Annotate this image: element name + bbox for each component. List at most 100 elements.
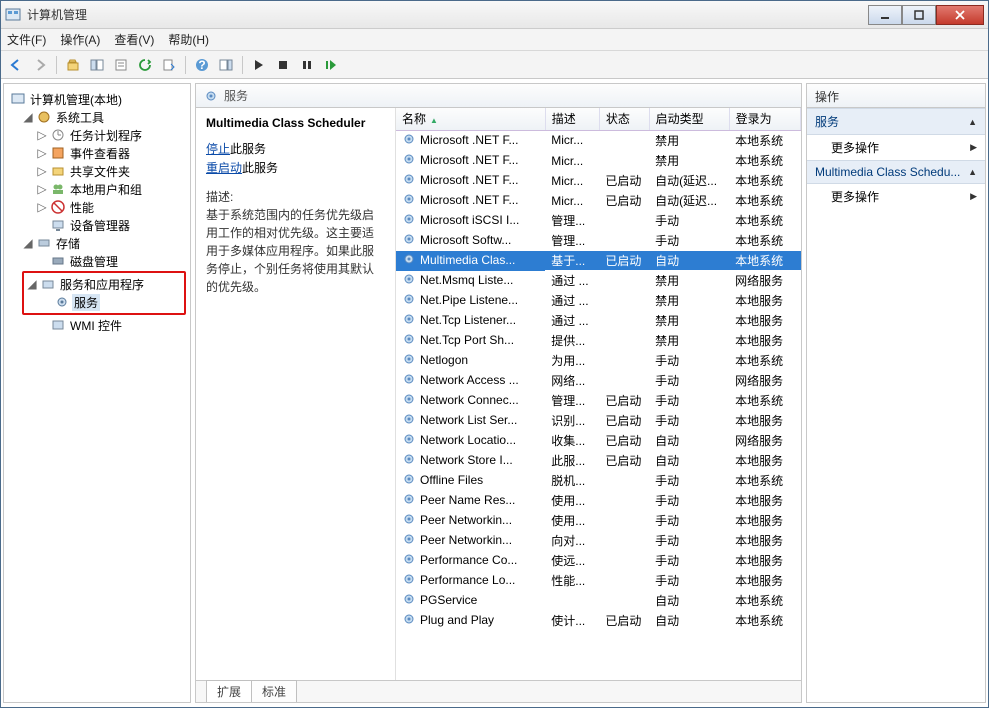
table-row[interactable]: Microsoft iSCSI I...管理...手动本地系统 <box>396 211 801 231</box>
maximize-button[interactable] <box>902 5 936 25</box>
back-button[interactable] <box>5 54 27 76</box>
close-button[interactable] <box>936 5 984 25</box>
menu-file[interactable]: 文件(F) <box>7 31 46 48</box>
cell-startup: 手动 <box>649 231 729 251</box>
table-row[interactable]: Peer Networkin...向对...手动本地服务 <box>396 531 801 551</box>
actions-header: 操作 <box>807 84 985 108</box>
cell-desc: 管理... <box>545 211 599 231</box>
table-row[interactable]: Net.Tcp Listener...通过 ...禁用本地服务 <box>396 311 801 331</box>
gear-icon <box>402 432 416 449</box>
tree-perf[interactable]: ▷性能 <box>34 198 188 216</box>
col-logon[interactable]: 登录为 <box>729 108 800 130</box>
help-button[interactable]: ? <box>191 54 213 76</box>
cell-status: 已启动 <box>599 191 649 211</box>
table-row[interactable]: Multimedia Clas...基于...已启动自动本地系统 <box>396 251 801 271</box>
table-row[interactable]: Peer Networkin...使用...手动本地服务 <box>396 511 801 531</box>
menu-action[interactable]: 操作(A) <box>60 31 100 48</box>
tree-wmi[interactable]: WMI 控件 <box>34 316 188 334</box>
col-startup[interactable]: 启动类型 <box>649 108 729 130</box>
services-list[interactable]: 名称▲ 描述 状态 启动类型 登录为 Microsoft .NET F...Mi… <box>396 108 801 680</box>
gear-icon <box>402 252 416 269</box>
tree-root[interactable]: 计算机管理(本地) <box>6 90 188 108</box>
tab-standard[interactable]: 标准 <box>251 680 297 702</box>
cell-name: Peer Name Res... <box>396 491 545 511</box>
table-row[interactable]: Performance Co...使远...手动本地服务 <box>396 551 801 571</box>
cell-startup: 自动 <box>649 431 729 451</box>
table-row[interactable]: Net.Pipe Listene...通过 ...禁用本地服务 <box>396 291 801 311</box>
export-button[interactable] <box>158 54 180 76</box>
actions-more-1[interactable]: 更多操作▶ <box>807 135 985 160</box>
gear-icon <box>402 152 416 169</box>
table-row[interactable]: Offline Files脱机...手动本地系统 <box>396 471 801 491</box>
cell-logon: 本地系统 <box>729 351 800 371</box>
col-status[interactable]: 状态 <box>599 108 649 130</box>
stop-button[interactable] <box>272 54 294 76</box>
sort-asc-icon: ▲ <box>430 116 438 125</box>
tree-pane[interactable]: 计算机管理(本地) ◢系统工具 ▷任务计划程序 ▷事件查看器 ▷共享文件夹 ▷本… <box>3 83 191 703</box>
actions-more-2[interactable]: 更多操作▶ <box>807 184 985 209</box>
table-row[interactable]: Network Locatio...收集...已启动自动网络服务 <box>396 431 801 451</box>
tree-systools[interactable]: ◢系统工具 <box>20 108 188 126</box>
table-row[interactable]: Microsoft .NET F...Micr...已启动自动(延迟...本地系… <box>396 191 801 211</box>
gear-icon <box>402 232 416 249</box>
cell-logon: 本地服务 <box>729 531 800 551</box>
cell-logon: 本地系统 <box>729 471 800 491</box>
minimize-button[interactable] <box>868 5 902 25</box>
actions-group-services[interactable]: 服务▲ <box>807 108 985 135</box>
table-row[interactable]: Network Connec...管理...已启动手动本地系统 <box>396 391 801 411</box>
table-row[interactable]: Microsoft .NET F...Micr...已启动自动(延迟...本地系… <box>396 171 801 191</box>
tree-storage[interactable]: ◢存储 <box>20 234 188 252</box>
cell-status <box>599 571 649 591</box>
table-row[interactable]: Microsoft Softw...管理...手动本地系统 <box>396 231 801 251</box>
gear-icon <box>402 332 416 349</box>
play-button[interactable] <box>248 54 270 76</box>
restart-button[interactable] <box>320 54 342 76</box>
gear-icon <box>402 352 416 369</box>
table-row[interactable]: Network Access ...网络...手动网络服务 <box>396 371 801 391</box>
refresh-button[interactable] <box>134 54 156 76</box>
show-hide-action-pane-button[interactable] <box>215 54 237 76</box>
table-row[interactable]: PGService自动本地系统 <box>396 591 801 611</box>
table-row[interactable]: Network List Ser...识别...已启动手动本地服务 <box>396 411 801 431</box>
actions-group-selected[interactable]: Multimedia Class Schedu...▲ <box>807 160 985 184</box>
table-row[interactable]: Microsoft .NET F...Micr...禁用本地系统 <box>396 151 801 171</box>
cell-status: 已启动 <box>599 411 649 431</box>
collapse-icon: ▲ <box>968 117 977 127</box>
menubar: 文件(F) 操作(A) 查看(V) 帮助(H) <box>1 29 988 51</box>
show-hide-tree-button[interactable] <box>86 54 108 76</box>
restart-link[interactable]: 重启动 <box>206 161 242 175</box>
table-row[interactable]: Peer Name Res...使用...手动本地服务 <box>396 491 801 511</box>
table-row[interactable]: Plug and Play使计...已启动自动本地系统 <box>396 611 801 631</box>
pause-button[interactable] <box>296 54 318 76</box>
menu-view[interactable]: 查看(V) <box>114 31 154 48</box>
tree-diskmgmt[interactable]: 磁盘管理 <box>34 252 188 270</box>
gear-icon <box>402 572 416 589</box>
table-row[interactable]: Net.Tcp Port Sh...提供...禁用本地服务 <box>396 331 801 351</box>
tree-svcsapps[interactable]: ◢服务和应用程序 <box>24 275 184 293</box>
col-name[interactable]: 名称▲ <box>396 108 545 130</box>
cell-name: PGService <box>396 591 545 611</box>
table-row[interactable]: Netlogon为用...手动本地系统 <box>396 351 801 371</box>
tree-shared[interactable]: ▷共享文件夹 <box>34 162 188 180</box>
cell-desc: Micr... <box>545 151 599 171</box>
properties-button[interactable] <box>110 54 132 76</box>
cell-desc: 通过 ... <box>545 311 599 331</box>
menu-help[interactable]: 帮助(H) <box>168 31 209 48</box>
tree-services[interactable]: 服务 <box>38 293 184 311</box>
forward-button[interactable] <box>29 54 51 76</box>
cell-logon: 网络服务 <box>729 431 800 451</box>
table-row[interactable]: Performance Lo...性能...手动本地服务 <box>396 571 801 591</box>
table-row[interactable]: Microsoft .NET F...Micr...禁用本地系统 <box>396 130 801 151</box>
tree-devmgr[interactable]: 设备管理器 <box>34 216 188 234</box>
col-desc[interactable]: 描述 <box>545 108 599 130</box>
table-row[interactable]: Network Store I...此服...已启动自动本地服务 <box>396 451 801 471</box>
cell-desc: 基于... <box>545 251 599 271</box>
tree-eventviewer[interactable]: ▷事件查看器 <box>34 144 188 162</box>
up-button[interactable] <box>62 54 84 76</box>
tree-scheduler[interactable]: ▷任务计划程序 <box>34 126 188 144</box>
gear-icon <box>402 532 416 549</box>
tree-users[interactable]: ▷本地用户和组 <box>34 180 188 198</box>
stop-link[interactable]: 停止 <box>206 142 230 156</box>
tab-extended[interactable]: 扩展 <box>206 680 252 702</box>
table-row[interactable]: Net.Msmq Liste...通过 ...禁用网络服务 <box>396 271 801 291</box>
